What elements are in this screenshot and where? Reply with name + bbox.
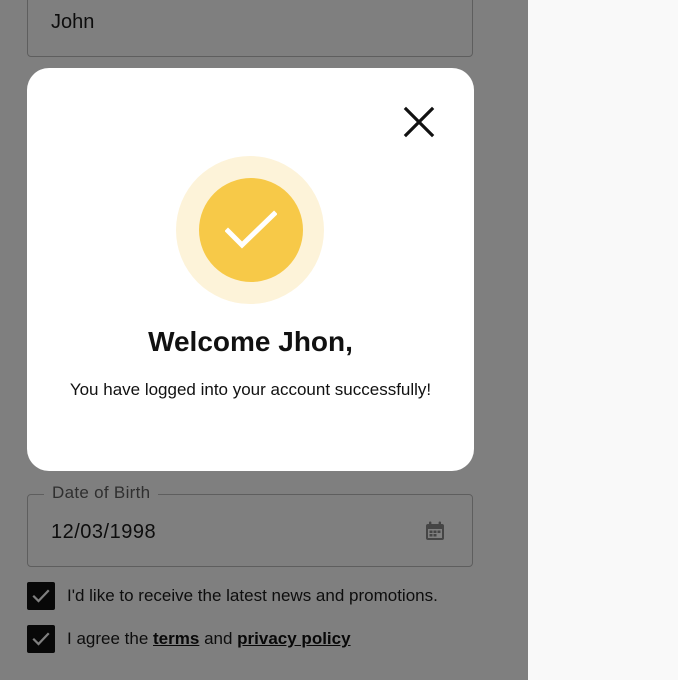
dialog-title: Welcome Jhon, <box>148 326 353 357</box>
success-icon-halo <box>176 156 324 304</box>
close-button[interactable] <box>400 103 438 141</box>
right-panel <box>528 0 678 680</box>
success-dialog: Welcome Jhon, You have logged into your … <box>27 68 474 471</box>
close-icon <box>403 106 435 138</box>
success-icon-circle <box>199 178 303 282</box>
dialog-message: You have logged into your account succes… <box>69 380 432 399</box>
checkmark-icon <box>225 210 277 249</box>
